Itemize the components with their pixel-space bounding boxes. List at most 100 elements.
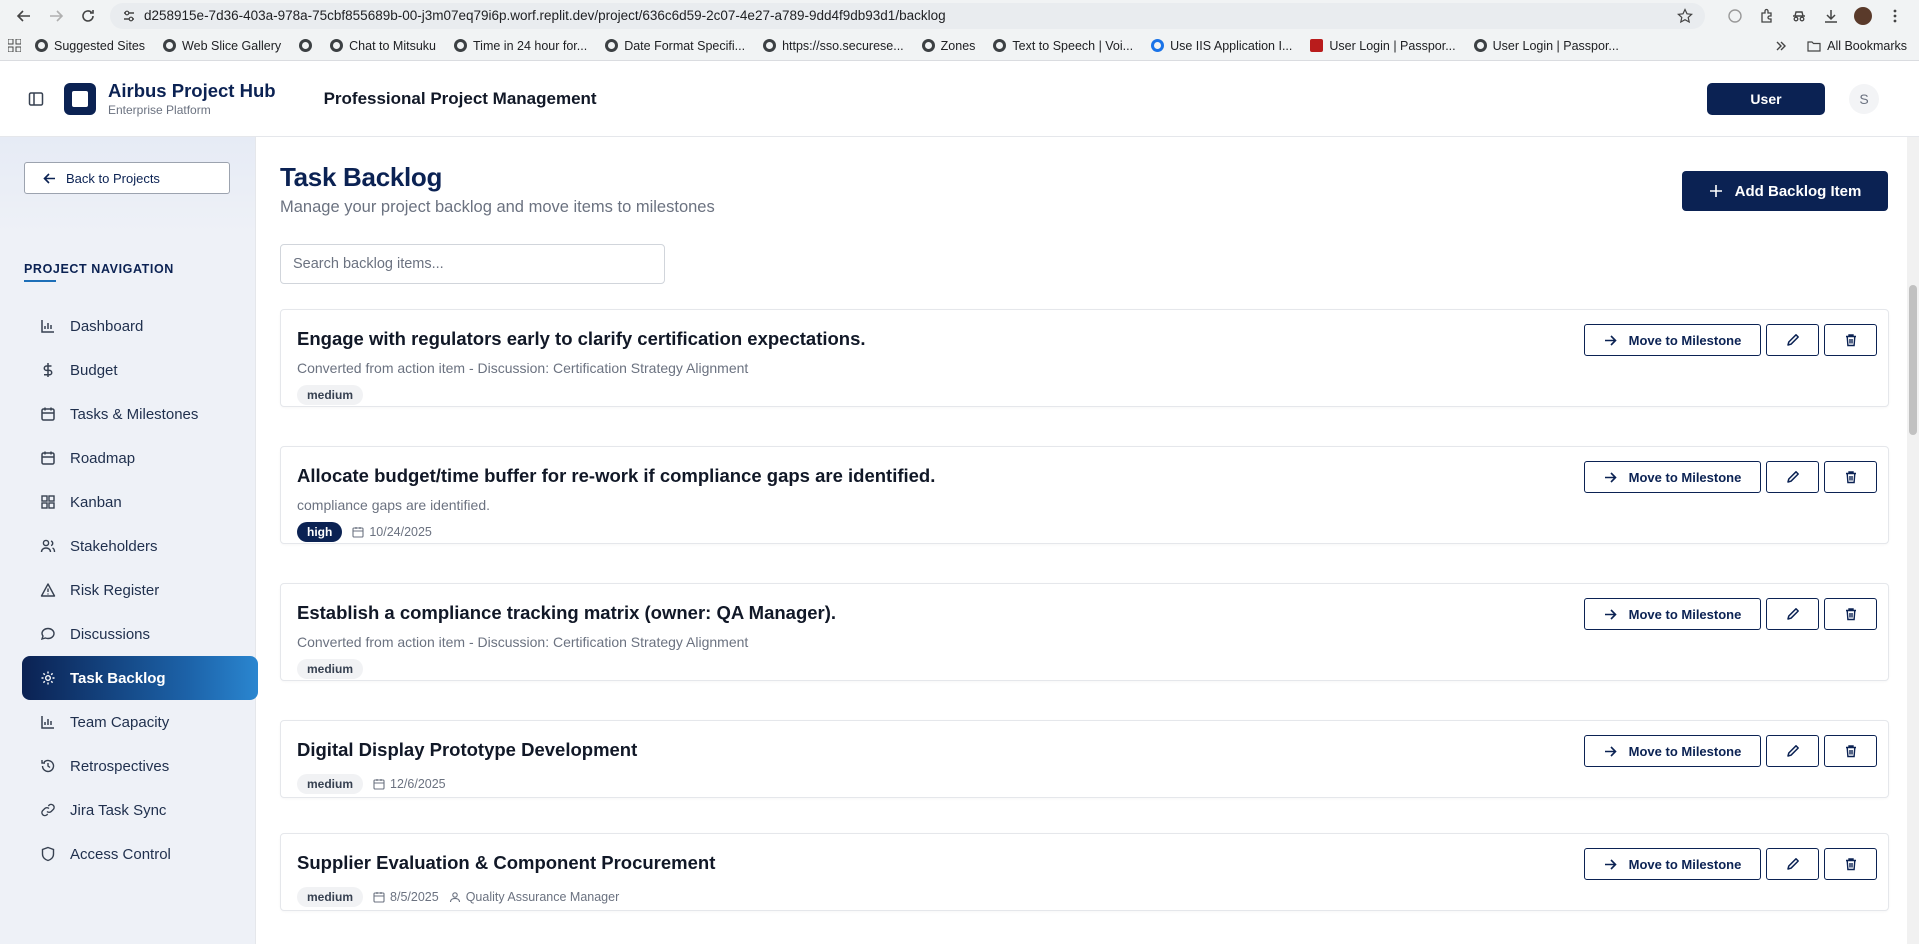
edit-button[interactable]: [1766, 324, 1819, 356]
sidebar-item-roadmap[interactable]: Roadmap: [22, 436, 258, 480]
move-to-milestone-button[interactable]: Move to Milestone: [1584, 735, 1761, 767]
incognito-icon[interactable]: [1783, 0, 1815, 31]
arrow-right-icon: [1604, 608, 1617, 620]
globe-icon: [454, 39, 467, 52]
edit-button[interactable]: [1766, 461, 1819, 493]
bookmark-item[interactable]: Web Slice Gallery: [163, 39, 281, 53]
backlog-card: Establish a compliance tracking matrix (…: [280, 583, 1889, 681]
priority-badge: medium: [297, 887, 364, 907]
download-icon[interactable]: [1815, 0, 1847, 31]
bookmark-item[interactable]: Date Format Specifi...: [605, 39, 745, 53]
sidebar-item-budget[interactable]: Budget: [22, 348, 258, 392]
user-icon: [449, 892, 460, 903]
bookmark-item[interactable]: User Login | Passpor...: [1310, 39, 1456, 53]
scrollbar-thumb[interactable]: [1909, 285, 1917, 435]
edit-button[interactable]: [1766, 598, 1819, 630]
trash-icon: [1845, 745, 1856, 758]
sidebar-item-dashboard[interactable]: Dashboard: [22, 304, 258, 348]
avatar[interactable]: S: [1849, 84, 1879, 114]
folder-icon: [1807, 40, 1821, 52]
back-arrow-icon[interactable]: [8, 0, 40, 31]
sidebar-item-risk-register[interactable]: Risk Register: [22, 568, 258, 612]
backlog-item-meta: medium 12/6/2025: [297, 774, 446, 794]
more-bookmarks-chevron-icon[interactable]: [1775, 40, 1787, 52]
extension-status-icon[interactable]: [1719, 0, 1751, 31]
move-to-milestone-button[interactable]: Move to Milestone: [1584, 324, 1761, 356]
sidebar-item-stakeholders[interactable]: Stakeholders: [22, 524, 258, 568]
all-bookmarks[interactable]: All Bookmarks: [1807, 39, 1907, 53]
bookmark-item[interactable]: https://sso.securese...: [763, 39, 904, 53]
backlog-card: Supplier Evaluation & Component Procurem…: [280, 833, 1889, 911]
backlog-item-meta: medium: [297, 659, 364, 679]
due-date: 8/5/2025: [373, 890, 439, 904]
edit-button[interactable]: [1766, 848, 1819, 880]
delete-button[interactable]: [1824, 735, 1877, 767]
sidebar-item-discussions[interactable]: Discussions: [22, 612, 258, 656]
delete-button[interactable]: [1824, 598, 1877, 630]
sidebar-item-jira-task-sync[interactable]: Jira Task Sync: [22, 788, 258, 832]
main-content: Task Backlog Manage your project backlog…: [256, 137, 1919, 944]
card-actions: Move to Milestone: [1584, 598, 1877, 630]
sidebar-item-kanban[interactable]: Kanban: [22, 480, 258, 524]
nav-heading: PROJECT NAVIGATION: [24, 262, 174, 282]
reload-icon[interactable]: [72, 0, 104, 31]
address-bar[interactable]: d258915e-7d36-403a-978a-75cbf855689b-00-…: [110, 2, 1705, 29]
message-icon: [40, 627, 55, 641]
sidebar-item-retrospectives[interactable]: Retrospectives: [22, 744, 258, 788]
bookmark-item[interactable]: Zones: [921, 39, 975, 53]
header-title: Professional Project Management: [323, 88, 597, 108]
app-header: Airbus Project Hub Enterprise Platform P…: [0, 61, 1919, 137]
move-to-milestone-button[interactable]: Move to Milestone: [1584, 461, 1761, 493]
profile-avatar-icon[interactable]: [1847, 0, 1879, 31]
sidebar-item-team-capacity[interactable]: Team Capacity: [22, 700, 258, 744]
delete-button[interactable]: [1824, 461, 1877, 493]
globe-icon: [1473, 39, 1487, 52]
grid-icon: [41, 495, 55, 509]
bookmark-item[interactable]: Text to Speech | Voi...: [993, 39, 1133, 53]
star-icon[interactable]: [1677, 7, 1693, 24]
sidebar-toggle-icon[interactable]: [24, 87, 48, 111]
card-actions: Move to Milestone: [1584, 848, 1877, 880]
browser-toolbar: d258915e-7d36-403a-978a-75cbf855689b-00-…: [0, 0, 1919, 31]
sidebar-item-tasks-milestones[interactable]: Tasks & Milestones: [22, 392, 258, 436]
add-backlog-item-button[interactable]: Add Backlog Item: [1682, 171, 1888, 211]
bookmark-item[interactable]: Time in 24 hour for...: [454, 39, 587, 53]
backlog-item-title: Engage with regulators early to clarify …: [297, 328, 866, 349]
delete-button[interactable]: [1824, 848, 1877, 880]
dollar-icon: [43, 363, 53, 377]
pencil-icon: [1786, 858, 1799, 870]
delete-button[interactable]: [1824, 324, 1877, 356]
priority-badge: medium: [297, 385, 364, 405]
sidebar-item-task-backlog[interactable]: Task Backlog: [22, 656, 258, 700]
backlog-item-meta: medium 8/5/2025 Quality Assurance Manage…: [297, 887, 619, 907]
edit-button[interactable]: [1766, 735, 1819, 767]
move-to-milestone-button[interactable]: Move to Milestone: [1584, 598, 1761, 630]
site-info-icon[interactable]: [122, 9, 136, 23]
back-to-projects-button[interactable]: Back to Projects: [24, 162, 230, 194]
page-scrollbar[interactable]: [1907, 137, 1919, 944]
sidebar-item-access-control[interactable]: Access Control: [22, 832, 258, 876]
shield-icon: [41, 846, 55, 862]
more-menu-icon[interactable]: [1879, 0, 1911, 31]
globe-icon: [1151, 39, 1165, 52]
search-input[interactable]: [280, 244, 665, 284]
backlog-card: Allocate budget/time buffer for re-work …: [280, 446, 1889, 544]
brand: Airbus Project Hub Enterprise Platform: [108, 80, 276, 118]
apps-grid-icon[interactable]: [8, 39, 21, 52]
user-button[interactable]: User: [1707, 83, 1825, 115]
owner: Quality Assurance Manager: [449, 890, 619, 904]
calendar-icon: [41, 451, 55, 465]
bookmark-item[interactable]: Chat to Mitsuku: [330, 39, 436, 53]
calendar-icon: [373, 779, 385, 790]
pencil-icon: [1786, 608, 1799, 620]
sidebar: Back to Projects PROJECT NAVIGATION Dash…: [0, 137, 258, 944]
forward-arrow-icon[interactable]: [40, 0, 72, 31]
bookmark-item[interactable]: Suggested Sites: [35, 39, 145, 53]
brand-title: Airbus Project Hub: [108, 79, 276, 101]
move-to-milestone-button[interactable]: Move to Milestone: [1584, 848, 1761, 880]
bookmark-item[interactable]: User Login | Passpor...: [1473, 39, 1619, 53]
bookmark-item[interactable]: [299, 39, 313, 52]
arrow-left-icon: [43, 172, 55, 184]
extensions-icon[interactable]: [1751, 0, 1783, 31]
bookmark-item[interactable]: Use IIS Application I...: [1151, 39, 1292, 53]
